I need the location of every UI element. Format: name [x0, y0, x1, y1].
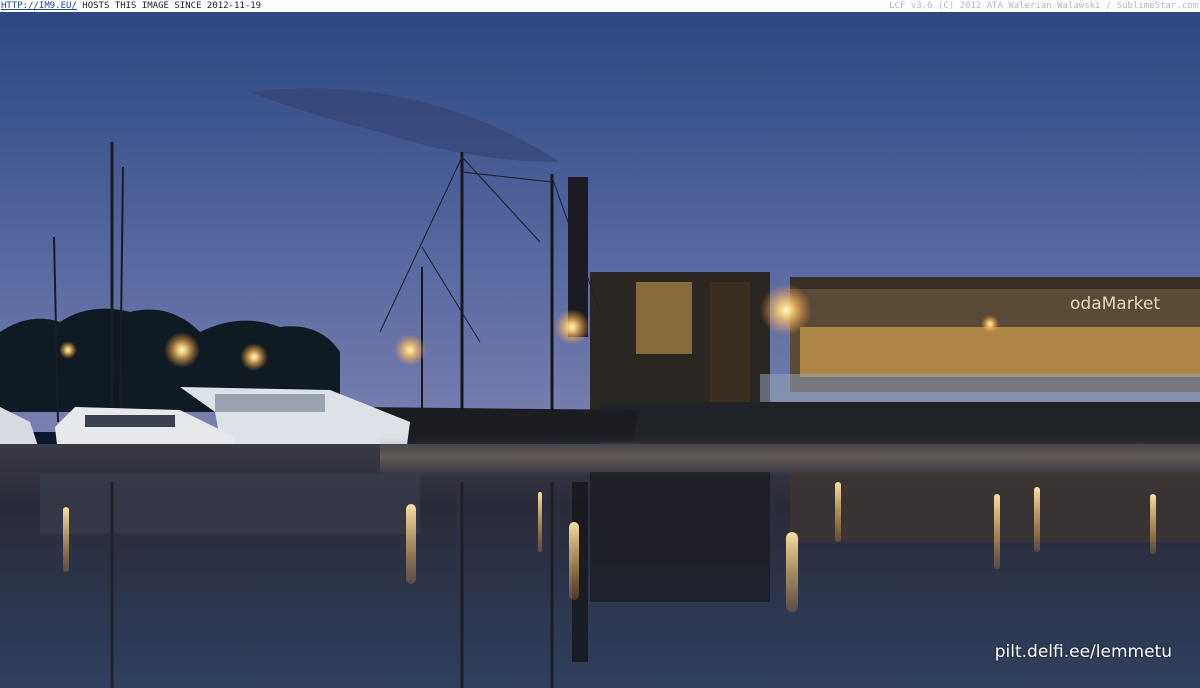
photo-watermark: pilt.delfi.ee/lemmetu: [994, 642, 1172, 662]
streetlight-glow-5: [760, 284, 812, 336]
streetlight-glow-7: [981, 315, 999, 333]
building-reflection: [590, 472, 770, 602]
harbor-night-photo: odaMarket: [0, 12, 1200, 688]
light-reflection-6: [994, 494, 1000, 569]
building-lit-panel: [636, 282, 692, 354]
light-reflection-7: [1034, 487, 1040, 552]
yacht-large-cabin: [215, 394, 325, 412]
streetlight-glow-1: [164, 332, 200, 368]
light-reflection-8: [1150, 494, 1156, 554]
light-reflection-5: [835, 482, 841, 542]
light-reflection-1: [406, 504, 416, 584]
market-roofline: [790, 277, 1200, 289]
yacht-reflection: [40, 474, 420, 534]
credit-text: LCF v3.6 (C) 2012 ATA Walerian Walawski …: [889, 1, 1198, 11]
market-sign: odaMarket: [1070, 294, 1160, 314]
light-reflection-9: [538, 492, 542, 552]
image-host-banner: HTTP://IM9.EU/ HOSTS THIS IMAGE SINCE 20…: [0, 0, 1200, 12]
streetlight-glow-6: [59, 341, 77, 359]
hosts-since-text: HOSTS THIS IMAGE SINCE 2012-11-19: [76, 1, 262, 11]
host-link[interactable]: HTTP://IM9.EU/: [1, 1, 77, 11]
light-reflection-2: [569, 522, 579, 600]
market-windows: [800, 327, 1200, 377]
streetlight-glow-2: [240, 343, 268, 371]
building-dark-panel: [710, 282, 750, 402]
mist-layer: [380, 437, 1200, 477]
streetlight-glow-4: [554, 309, 590, 345]
streetlight-glow-3: [394, 334, 426, 366]
yacht-medium-windows: [85, 415, 175, 427]
light-reflection-3: [786, 532, 798, 612]
banner-left: HTTP://IM9.EU/ HOSTS THIS IMAGE SINCE 20…: [1, 0, 261, 12]
light-reflection-4: [63, 507, 69, 572]
